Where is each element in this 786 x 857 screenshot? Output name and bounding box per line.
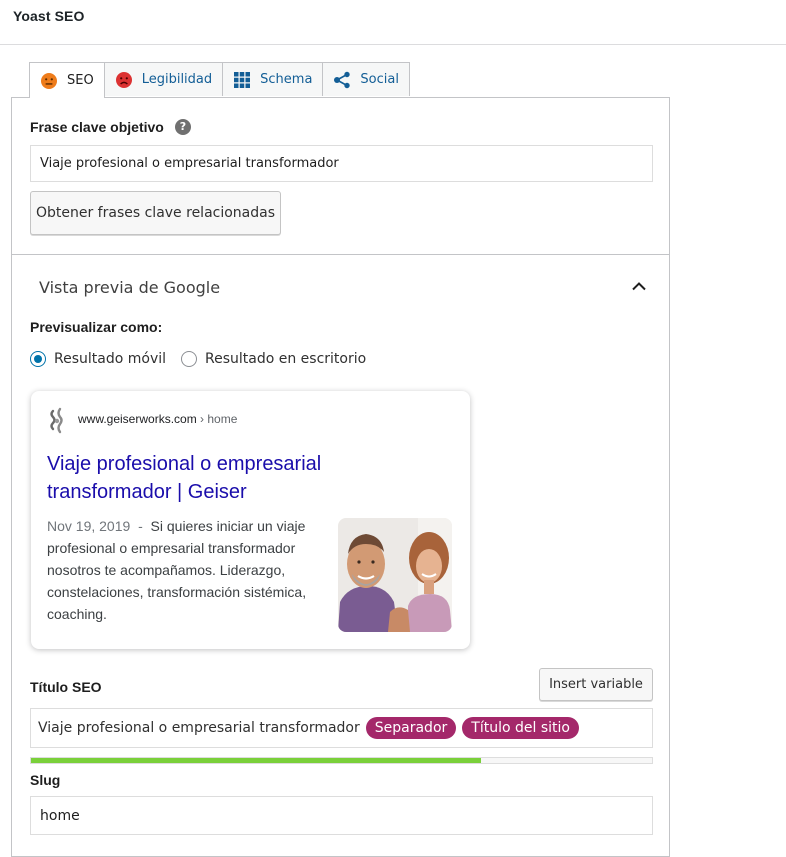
tab-schema[interactable]: Schema xyxy=(222,62,324,96)
related-keyphrases-button[interactable]: Obtener frases clave relacionadas xyxy=(30,191,281,235)
tab-schema-label: Schema xyxy=(260,72,313,87)
tab-seo[interactable]: SEO xyxy=(29,62,105,98)
insert-variable-button[interactable]: Insert variable xyxy=(539,668,653,701)
radio-desktop[interactable]: Resultado en escritorio xyxy=(181,351,366,367)
radio-desktop-label: Resultado en escritorio xyxy=(205,351,367,367)
snippet-url[interactable]: www.geiserworks.com › home xyxy=(78,412,237,426)
radio-mobile[interactable]: Resultado móvil xyxy=(30,351,166,367)
snippet-description: Nov 19, 2019 - Si quieres iniciar un via… xyxy=(47,515,327,625)
focus-keyphrase-label: Frase clave objetivo xyxy=(30,119,164,135)
slug-label: Slug xyxy=(30,772,61,788)
grid-icon xyxy=(233,71,251,89)
snippet-breadcrumb: › home xyxy=(196,412,238,426)
snippet-title[interactable]: Viaje profesional o empresarial transfor… xyxy=(47,450,367,506)
google-preview-title[interactable]: Vista previa de Google xyxy=(39,278,220,297)
seo-title-text: Viaje profesional o empresarial transfor… xyxy=(38,720,360,736)
site-favicon-icon xyxy=(50,407,63,434)
metabox-title: Yoast SEO xyxy=(13,8,85,24)
snippet-domain: www.geiserworks.com xyxy=(78,412,197,426)
seo-title-progress-fill xyxy=(31,758,481,763)
seo-title-progress-bar xyxy=(30,757,653,764)
pill-separador[interactable]: Separador xyxy=(365,717,457,739)
tab-social-label: Social xyxy=(360,72,399,87)
radio-mobile-label: Resultado móvil xyxy=(54,351,167,367)
seo-title-editor[interactable]: Viaje profesional o empresarial transfor… xyxy=(30,708,653,748)
section-divider xyxy=(11,254,670,255)
tab-social[interactable]: Social xyxy=(322,62,410,96)
tab-legibilidad[interactable]: Legibilidad xyxy=(103,62,224,96)
radio-desktop-button[interactable] xyxy=(181,351,197,367)
snippet-date: Nov 19, 2019 xyxy=(47,518,131,534)
chevron-up-icon[interactable] xyxy=(631,280,647,292)
snippet-separator: - xyxy=(130,518,151,534)
seo-title-label: Título SEO xyxy=(30,679,102,695)
slug-input[interactable]: home xyxy=(30,796,653,835)
metabox-header: Yoast SEO xyxy=(0,0,786,45)
focus-keyphrase-input[interactable]: Viaje profesional o empresarial transfor… xyxy=(30,145,653,182)
orange-face-icon xyxy=(40,72,58,90)
help-icon[interactable]: ? xyxy=(175,119,191,135)
tab-legibilidad-label: Legibilidad xyxy=(141,72,213,87)
share-icon xyxy=(333,71,351,89)
preview-as-label: Previsualizar como: xyxy=(30,319,163,335)
pill-titulo-del-sitio[interactable]: Título del sitio xyxy=(462,717,579,739)
red-sad-face-icon xyxy=(115,71,133,89)
tab-seo-label: SEO xyxy=(67,73,94,88)
snippet-thumbnail xyxy=(338,518,452,632)
radio-mobile-button[interactable] xyxy=(30,351,46,367)
tab-bar: SEO Legibilidad Schema Social xyxy=(29,62,410,98)
